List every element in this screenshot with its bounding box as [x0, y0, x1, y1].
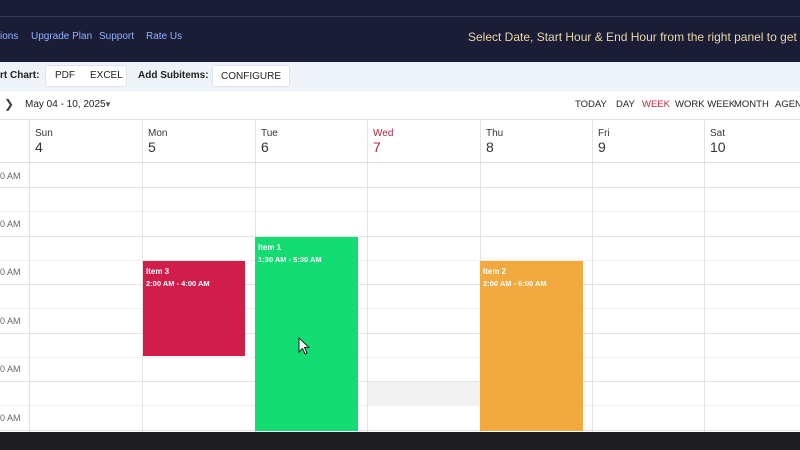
- event-time: 1:30 AM - 5:30 AM: [258, 255, 322, 264]
- hour-line: [0, 430, 800, 431]
- mouse-pointer-icon: [298, 337, 310, 355]
- time-label: 0 AM: [0, 364, 21, 374]
- view-day-button[interactable]: DAY: [616, 99, 635, 110]
- day-date: 5: [148, 139, 156, 155]
- hour-line: [0, 236, 800, 237]
- instruction-message: Select Date, Start Hour & End Hour from …: [468, 30, 800, 44]
- day-header-sat[interactable]: Sat 10: [704, 120, 800, 162]
- day-header-wed[interactable]: Wed 7: [367, 120, 480, 162]
- today-button[interactable]: TODAY: [575, 99, 607, 110]
- time-label: 0 AM: [0, 413, 21, 423]
- export-chart-label: rt Chart:: [0, 70, 40, 81]
- half-hour-line: [0, 308, 800, 309]
- configure-button[interactable]: CONFIGURE: [212, 65, 290, 87]
- day-name: Wed: [373, 128, 394, 139]
- day-header-thu[interactable]: Thu 8: [480, 120, 592, 162]
- event-item-3[interactable]: Item 3 2:00 AM - 4:00 AM: [143, 261, 245, 356]
- event-item-2[interactable]: Item 2 2:00 AM - 6:00 AM: [480, 261, 583, 431]
- day-header-sun[interactable]: Sun 4: [29, 120, 142, 162]
- hour-line: [0, 284, 800, 285]
- view-agenda-button[interactable]: AGEND: [775, 99, 800, 110]
- day-header-tue[interactable]: Tue 6: [255, 120, 367, 162]
- nav-link-support[interactable]: Support: [99, 31, 134, 42]
- add-subitems-label: Add Subitems:: [138, 70, 209, 81]
- half-hour-line: [0, 211, 800, 212]
- app-header: ions Upgrade Plan Support Rate Us Select…: [0, 0, 800, 62]
- pdf-button[interactable]: PDF: [55, 66, 75, 86]
- date-range-picker[interactable]: May 04 - 10, 2025: [25, 99, 106, 110]
- hour-line: [0, 187, 800, 188]
- day-date: 7: [373, 139, 381, 155]
- day-name: Sat: [710, 128, 726, 139]
- view-work-week-button[interactable]: WORK WEEK: [675, 99, 735, 110]
- half-hour-line: [0, 357, 800, 358]
- day-date: 6: [261, 139, 269, 155]
- day-date: 4: [35, 139, 43, 155]
- event-item-1[interactable]: Item 1 1:30 AM - 5:30 AM: [255, 237, 358, 431]
- nav-link-upgrade-plan[interactable]: Upgrade Plan: [31, 31, 92, 42]
- day-name: Tue: [261, 128, 278, 139]
- hour-line: [0, 333, 800, 334]
- day-date: 10: [710, 139, 726, 155]
- day-name: Thu: [486, 128, 504, 139]
- time-label: 0 AM: [0, 267, 21, 277]
- day-header-fri[interactable]: Fri 9: [592, 120, 704, 162]
- time-label: 0 AM: [0, 171, 21, 181]
- chevron-left-icon[interactable]: ❯: [4, 97, 14, 111]
- day-name: Sun: [35, 128, 53, 139]
- day-column-divider: [592, 163, 593, 433]
- event-title: Item 3: [146, 267, 170, 276]
- day-name: Fri: [598, 128, 610, 139]
- excel-button[interactable]: EXCEL: [90, 66, 123, 86]
- day-date: 8: [486, 139, 494, 155]
- event-time: 2:00 AM - 6:00 AM: [483, 279, 547, 288]
- export-button-group: PDF EXCEL: [45, 65, 127, 87]
- header-divider: [0, 16, 800, 17]
- hover-slot-highlight: [368, 382, 480, 406]
- caret-down-icon[interactable]: ▼: [104, 100, 112, 109]
- view-month-button[interactable]: MONTH: [734, 99, 769, 110]
- day-column-divider: [29, 163, 30, 433]
- day-column-divider: [704, 163, 705, 433]
- export-bar: rt Chart: PDF EXCEL Add Subitems: CONFIG…: [0, 62, 800, 92]
- half-hour-line: [0, 260, 800, 261]
- day-header-mon[interactable]: Mon 5: [142, 120, 255, 162]
- time-label: 0 AM: [0, 316, 21, 326]
- day-date: 9: [598, 139, 606, 155]
- event-title: Item 1: [258, 243, 282, 252]
- nav-link-integrations[interactable]: ions: [0, 31, 18, 42]
- event-time: 2:00 AM - 4:00 AM: [146, 279, 210, 288]
- event-title: Item 2: [483, 267, 507, 276]
- view-week-button[interactable]: WEEK: [642, 99, 670, 110]
- time-grid[interactable]: 0 AM 0 AM 0 AM 0 AM 0 AM 0 AM: [0, 162, 800, 433]
- time-label: 0 AM: [0, 219, 21, 229]
- day-name: Mon: [148, 128, 168, 139]
- calendar-toolbar: ❯ May 04 - 10, 2025 ▼ TODAY DAY WEEK WOR…: [0, 91, 800, 120]
- nav-link-rate-us[interactable]: Rate Us: [146, 31, 182, 42]
- bottom-bar: [0, 432, 800, 450]
